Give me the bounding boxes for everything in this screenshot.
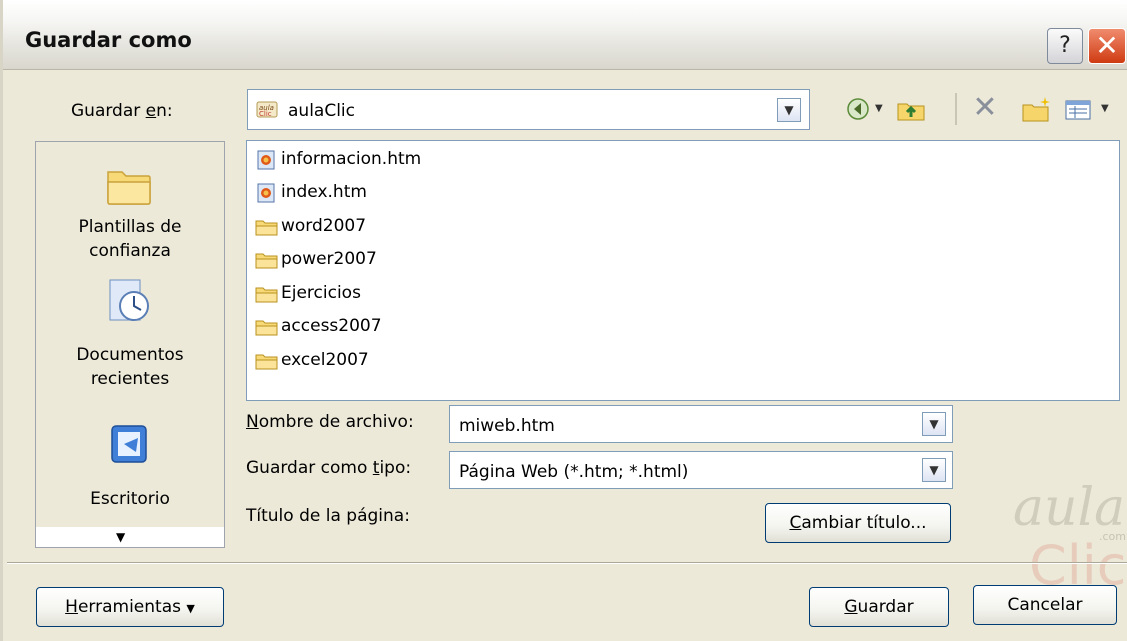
svg-text:Clic: Clic	[259, 110, 272, 118]
desktop-icon	[111, 425, 147, 463]
file-name: index.htm	[281, 182, 367, 202]
aulaclic-folder-icon: aula Clic	[256, 101, 278, 118]
title-bar[interactable]: Guardar como ? ✕	[3, 0, 1127, 70]
save-as-dialog: Guardar como ? ✕ Guardar en: aula Clic a…	[0, 0, 1127, 641]
file-name: Ejercicios	[281, 283, 361, 303]
place-label-line1: Escritorio	[90, 489, 170, 509]
cancel-button[interactable]: Cancelar	[973, 585, 1117, 625]
file-name-field[interactable]: miweb.htm ▼	[449, 405, 953, 443]
file-name: access2007	[281, 316, 382, 336]
html-file-icon	[257, 183, 275, 203]
chevron-down-icon[interactable]: ▼	[922, 458, 946, 482]
file-name: word2007	[281, 216, 367, 236]
tools-button[interactable]: Herramientas ▼	[36, 587, 224, 627]
place-label-line1: Plantillas de	[78, 217, 182, 237]
folder-icon	[255, 320, 278, 336]
save-as-type-label: Guardar como tipo:	[246, 458, 412, 478]
place-label-line1: Documentos	[76, 345, 184, 365]
save-as-type-select[interactable]: Página Web (*.htm; *.html) ▼	[449, 451, 953, 489]
places-scroll-down-icon[interactable]: ▼	[116, 530, 125, 544]
save-as-type-value: Página Web (*.htm; *.html)	[459, 462, 689, 482]
file-name-label: Nombre de archivo:	[246, 412, 414, 432]
up-one-level-icon[interactable]	[895, 93, 927, 125]
place-label-line2: recientes	[90, 369, 170, 389]
views-dropdown-icon[interactable]: ▼	[1101, 93, 1115, 125]
back-dropdown-icon[interactable]: ▼	[875, 93, 889, 125]
footer-divider	[7, 562, 1127, 564]
file-name: informacion.htm	[281, 149, 422, 169]
folder-icon	[255, 287, 278, 303]
save-button[interactable]: Guardar	[809, 587, 949, 627]
help-button[interactable]: ?	[1047, 28, 1083, 64]
save-in-label: Guardar en:	[71, 101, 173, 121]
dialog-title: Guardar como	[25, 28, 192, 52]
views-icon[interactable]	[1063, 93, 1093, 125]
save-in-combo[interactable]: aula Clic aulaClic ▼	[247, 89, 810, 130]
new-folder-icon[interactable]	[1021, 93, 1051, 125]
page-title-label: Título de la página:	[246, 506, 410, 526]
close-icon: ✕	[1095, 29, 1119, 62]
recent-documents-icon	[109, 279, 149, 321]
chevron-down-icon[interactable]: ▼	[777, 98, 801, 122]
watermark-logo: aula	[1013, 478, 1126, 538]
change-title-button[interactable]: Cambiar título...	[765, 503, 951, 543]
save-in-value: aulaClic	[288, 101, 355, 121]
file-name: excel2007	[281, 350, 369, 370]
folder-icon	[255, 220, 278, 236]
chevron-down-icon: ▼	[186, 602, 195, 615]
place-documentos-recientes[interactable]: Documentos recientes	[36, 270, 224, 400]
back-icon[interactable]	[845, 93, 871, 125]
place-escritorio[interactable]: Escritorio	[36, 418, 224, 518]
html-file-icon	[257, 150, 275, 170]
folder-icon	[255, 253, 278, 269]
close-button[interactable]: ✕	[1088, 28, 1126, 64]
file-name: power2007	[281, 249, 377, 269]
file-list[interactable]: informacion.htm index.htm word2007 power…	[246, 140, 1120, 401]
places-bar: Plantillas de confianza Documentos recie…	[35, 141, 225, 548]
toolbar-separator	[955, 93, 957, 125]
watermark-suffix: .com	[1099, 530, 1126, 543]
folder-icon	[107, 171, 151, 205]
delete-icon[interactable]: ✕	[970, 93, 1000, 125]
chevron-down-icon[interactable]: ▼	[922, 412, 946, 436]
file-name-value: miweb.htm	[459, 416, 555, 436]
place-plantillas-de-confianza[interactable]: Plantillas de confianza	[36, 152, 224, 282]
place-label-line2: confianza	[89, 241, 171, 261]
folder-icon	[255, 354, 278, 370]
